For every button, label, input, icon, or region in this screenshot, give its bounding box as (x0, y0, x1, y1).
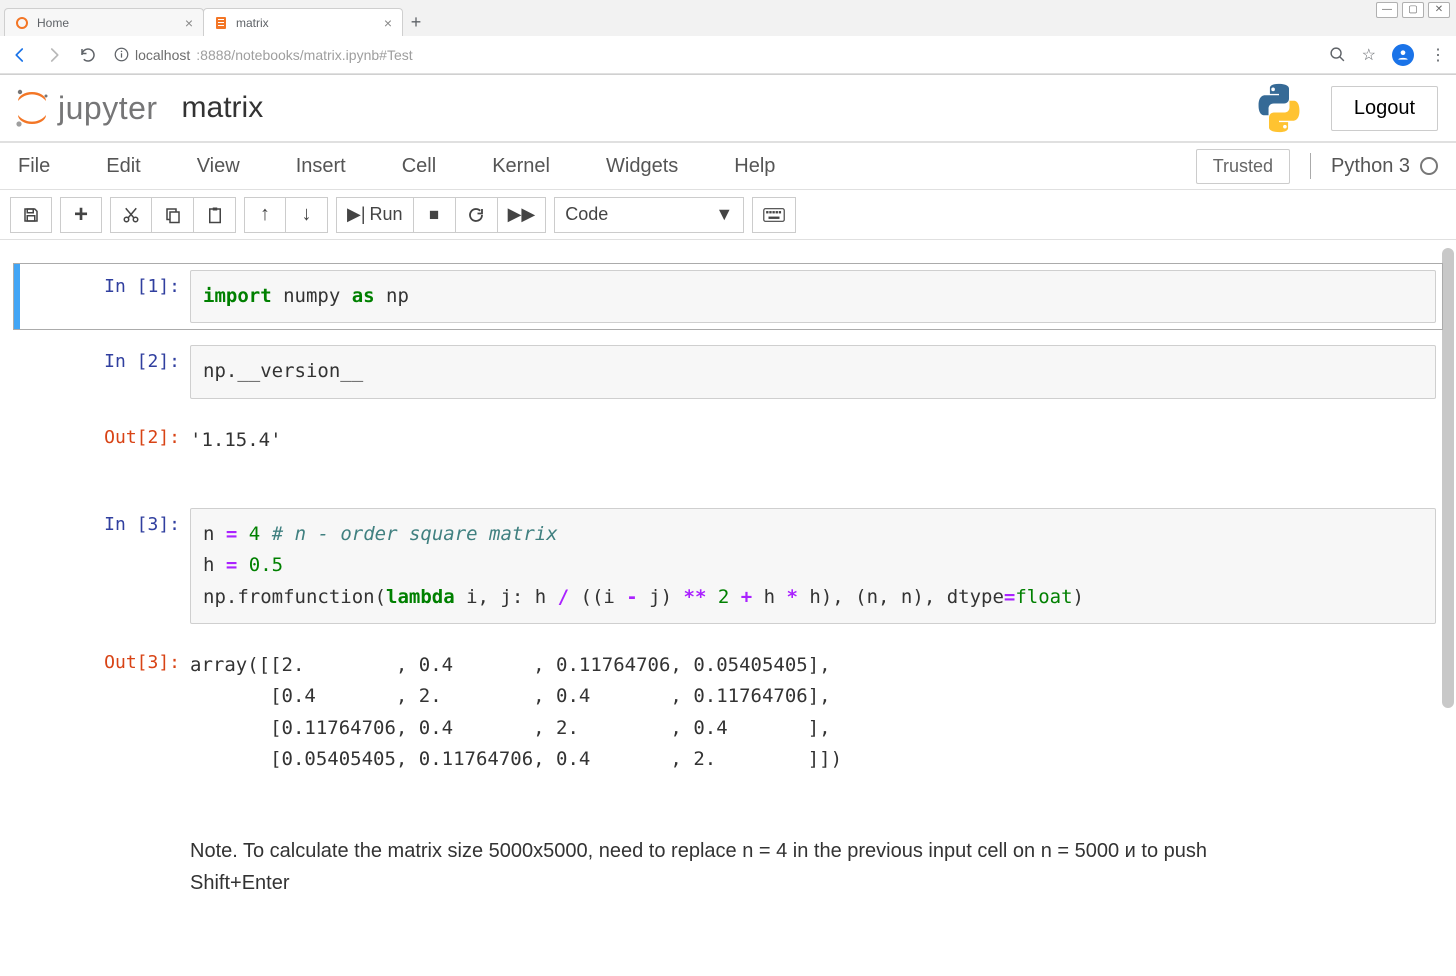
address-bar-row: localhost :8888/notebooks/matrix.ipynb#Te… (0, 36, 1456, 74)
address-bar[interactable]: localhost :8888/notebooks/matrix.ipynb#Te… (112, 47, 1315, 63)
save-button[interactable] (10, 197, 52, 233)
jupyter-favicon-icon (15, 16, 29, 30)
notebook-favicon-icon (214, 16, 228, 30)
forward-button[interactable] (44, 45, 64, 65)
add-cell-button[interactable]: + (60, 197, 102, 233)
browser-chrome: Home × matrix × + localhost :8888/noteboo… (0, 0, 1456, 75)
jupyter-logo-icon (10, 86, 54, 130)
bookmark-star-icon[interactable]: ☆ (1362, 45, 1376, 65)
window-close[interactable]: ✕ (1428, 2, 1450, 18)
jupyter-brand-text: jupyter (58, 90, 158, 127)
cell-type-select[interactable]: Code ▼ (554, 197, 744, 233)
output-text: array([[2. , 0.4 , 0.11764706, 0.0540540… (190, 646, 1436, 775)
url-path: :8888/notebooks/matrix.ipynb#Test (196, 47, 412, 63)
code-cell-1[interactable]: In [1]: import numpy as np (14, 264, 1442, 329)
notebook-container: In [1]: import numpy as np In [2]: np.__… (0, 240, 1456, 975)
code-input[interactable]: n = 4 # n - order square matrix h = 0.5 … (190, 508, 1436, 624)
info-icon (114, 47, 129, 62)
in-prompt: In [1]: (20, 264, 190, 329)
jupyter-header: jupyter matrix Logout (0, 75, 1456, 142)
kernel-idle-icon (1420, 157, 1438, 175)
separator (1310, 153, 1311, 179)
menu-help[interactable]: Help (706, 155, 803, 178)
run-button[interactable]: ▶|Run (336, 197, 414, 233)
browser-menu-icon[interactable]: ⋮ (1430, 45, 1446, 65)
notebook-name[interactable]: matrix (182, 91, 264, 125)
jupyter-logo[interactable]: jupyter (10, 86, 158, 130)
close-icon[interactable]: × (384, 15, 392, 31)
markdown-text: Note. To calculate the matrix size 5000x… (190, 827, 1240, 899)
code-input[interactable]: np.__version__ (190, 345, 1436, 398)
back-button[interactable] (10, 45, 30, 65)
menu-view[interactable]: View (169, 155, 268, 178)
toolbar: + ↑ ↓ ▶|Run ■ ▶▶ Code ▼ (0, 190, 1456, 240)
output-cell-2: Out[2]: '1.15.4' (14, 415, 1442, 462)
output-text: '1.15.4' (190, 421, 1436, 456)
notebook-scroll[interactable]: In [1]: import numpy as np In [2]: np.__… (0, 240, 1456, 976)
menu-cell[interactable]: Cell (374, 155, 464, 178)
menu-edit[interactable]: Edit (78, 155, 168, 178)
restart-button[interactable] (456, 197, 498, 233)
tab-label: Home (37, 16, 69, 30)
copy-button[interactable] (152, 197, 194, 233)
close-icon[interactable]: × (185, 15, 193, 31)
browser-tab-home[interactable]: Home × (4, 8, 204, 36)
out-prompt: Out[3]: (20, 640, 190, 781)
new-tab-button[interactable]: + (402, 8, 430, 36)
markdown-cell[interactable]: Note. To calculate the matrix size 5000x… (14, 821, 1442, 905)
chevron-down-icon: ▼ (715, 204, 733, 225)
code-cell-2[interactable]: In [2]: np.__version__ (14, 339, 1442, 404)
menu-kernel[interactable]: Kernel (464, 155, 578, 178)
interrupt-button[interactable]: ■ (414, 197, 456, 233)
python-logo-icon (1251, 83, 1307, 133)
window-controls: — ▢ ✕ (1376, 2, 1450, 18)
code-input[interactable]: import numpy as np (190, 270, 1436, 323)
in-prompt: In [2]: (20, 339, 190, 404)
restart-run-all-button[interactable]: ▶▶ (498, 197, 547, 233)
move-down-button[interactable]: ↓ (286, 197, 328, 233)
scrollbar-thumb[interactable] (1442, 248, 1454, 708)
window-minimize[interactable]: — (1376, 2, 1398, 18)
tab-strip: Home × matrix × + (0, 0, 1456, 36)
output-cell-3: Out[3]: array([[2. , 0.4 , 0.11764706, 0… (14, 640, 1442, 781)
paste-button[interactable] (194, 197, 236, 233)
url-host: localhost (135, 47, 190, 63)
account-icon[interactable] (1392, 44, 1414, 66)
zoom-icon[interactable] (1329, 46, 1346, 63)
menubar: File Edit View Insert Cell Kernel Widget… (0, 142, 1456, 190)
kernel-name[interactable]: Python 3 (1331, 155, 1438, 178)
address-bar-right: ☆ ⋮ (1329, 44, 1446, 66)
menu-insert[interactable]: Insert (268, 155, 374, 178)
browser-tab-matrix[interactable]: matrix × (203, 8, 403, 36)
move-up-button[interactable]: ↑ (244, 197, 286, 233)
reload-button[interactable] (78, 45, 98, 65)
out-prompt: Out[2]: (20, 415, 190, 462)
window-maximize[interactable]: ▢ (1402, 2, 1424, 18)
menu-file[interactable]: File (18, 155, 78, 178)
tab-label: matrix (236, 16, 269, 30)
logout-button[interactable]: Logout (1331, 86, 1438, 131)
run-icon: ▶| (347, 204, 366, 225)
cut-button[interactable] (110, 197, 152, 233)
in-prompt: In [3]: (20, 502, 190, 630)
menu-widgets[interactable]: Widgets (578, 155, 706, 178)
code-cell-3[interactable]: In [3]: n = 4 # n - order square matrix … (14, 502, 1442, 630)
trusted-indicator[interactable]: Trusted (1196, 149, 1290, 184)
command-palette-button[interactable] (752, 197, 796, 233)
